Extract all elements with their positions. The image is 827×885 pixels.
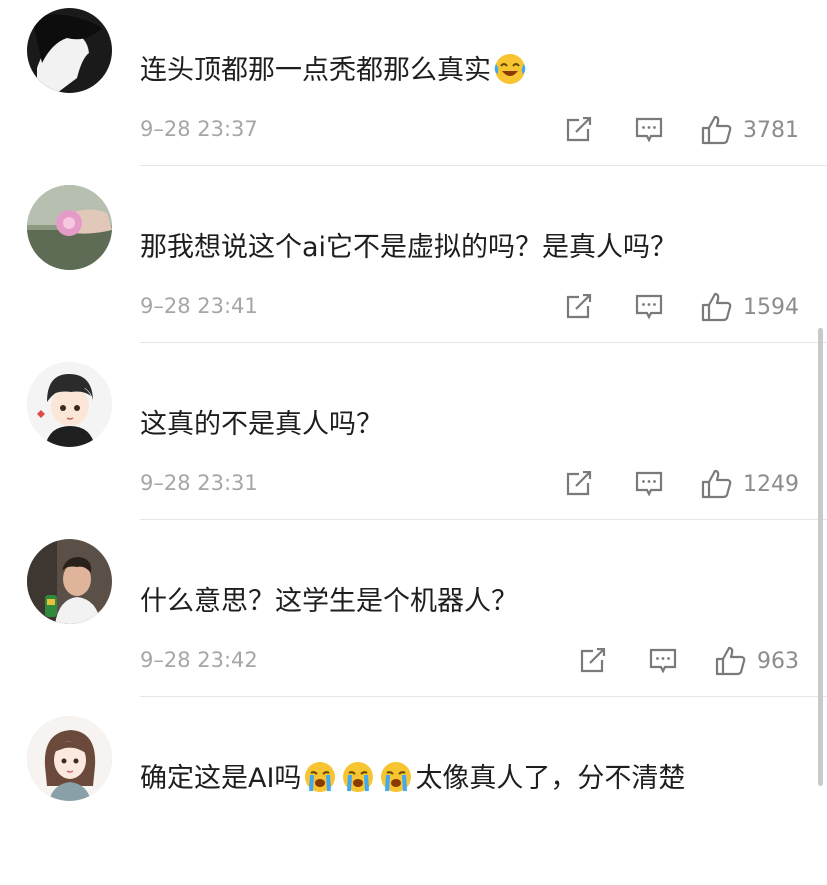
avatar[interactable] [27, 362, 112, 447]
comment-actions: 1594 [565, 291, 799, 323]
comment-time: 9–28 23:42 [140, 648, 258, 672]
scrollbar[interactable] [818, 328, 823, 786]
like-count: 1249 [743, 471, 799, 497]
reply-button[interactable] [635, 294, 663, 320]
comment-item: 连头顶都那一点秃都那么真实 9–28 23:37 3781 [0, 0, 827, 177]
crying-emoji [341, 760, 375, 794]
thumbs-up-icon [701, 115, 732, 145]
comment-body: 确定这是AI吗 [140, 763, 302, 794]
like-button[interactable]: 1594 [701, 292, 799, 322]
thumbs-up-icon [701, 469, 732, 499]
share-button[interactable] [579, 648, 607, 674]
crying-emoji [303, 760, 337, 794]
share-icon [580, 648, 606, 673]
like-button[interactable]: 3781 [701, 115, 799, 145]
divider [140, 696, 827, 697]
comment-text: 那我想说这个ai它不是虚拟的吗？是真人吗？ [140, 232, 678, 263]
comment-icon [635, 294, 663, 320]
divider [140, 342, 827, 343]
comment-icon [635, 471, 663, 497]
like-count: 3781 [743, 117, 799, 143]
thumbs-up-icon [701, 292, 732, 322]
laughing-tears-emoji [493, 52, 527, 86]
thumbs-up-icon [715, 646, 746, 676]
like-button[interactable]: 1249 [701, 469, 799, 499]
crying-emoji [379, 760, 413, 794]
avatar[interactable] [27, 185, 112, 270]
comment-item: 那我想说这个ai它不是虚拟的吗？是真人吗？ 9–28 23:41 1594 [0, 177, 827, 354]
share-button[interactable] [565, 117, 593, 143]
divider [140, 165, 827, 166]
like-count: 963 [757, 648, 799, 674]
comment-text: 什么意思？这学生是个机器人？ [140, 586, 518, 617]
share-button[interactable] [565, 294, 593, 320]
comment-text: 连头顶都那一点秃都那么真实 [140, 51, 529, 91]
comment-icon [635, 117, 663, 143]
comment-text: 这真的不是真人吗？ [140, 409, 383, 440]
comment-item: 确定这是AI吗 太像真人了，分不清楚 [0, 708, 827, 885]
comment-time: 9–28 23:37 [140, 117, 258, 141]
comment-actions: 3781 [565, 114, 799, 146]
share-icon [566, 294, 592, 319]
comment-item: 这真的不是真人吗？ 9–28 23:31 1249 [0, 354, 827, 531]
avatar[interactable] [27, 716, 112, 801]
comment-text: 确定这是AI吗 太像真人了，分不清楚 [140, 759, 685, 799]
share-icon [566, 117, 592, 142]
share-icon [566, 471, 592, 496]
reply-button[interactable] [649, 648, 677, 674]
comment-icon [649, 648, 677, 674]
share-button[interactable] [565, 471, 593, 497]
comment-body: 太像真人了，分不清楚 [415, 763, 686, 794]
comment-time: 9–28 23:31 [140, 471, 258, 495]
comment-actions: 1249 [565, 468, 799, 500]
reply-button[interactable] [635, 471, 663, 497]
reply-button[interactable] [635, 117, 663, 143]
avatar[interactable] [27, 539, 112, 624]
comment-item: 什么意思？这学生是个机器人？ 9–28 23:42 963 [0, 531, 827, 708]
like-count: 1594 [743, 294, 799, 320]
comment-time: 9–28 23:41 [140, 294, 258, 318]
comment-actions: 963 [579, 645, 799, 677]
like-button[interactable]: 963 [715, 646, 799, 676]
comment-body: 连头顶都那一点秃都那么真实 [140, 55, 491, 86]
divider [140, 519, 827, 520]
avatar[interactable] [27, 8, 112, 93]
comment-feed: 连头顶都那一点秃都那么真实 9–28 23:37 3781 那我想说这个ai它不… [0, 0, 827, 812]
